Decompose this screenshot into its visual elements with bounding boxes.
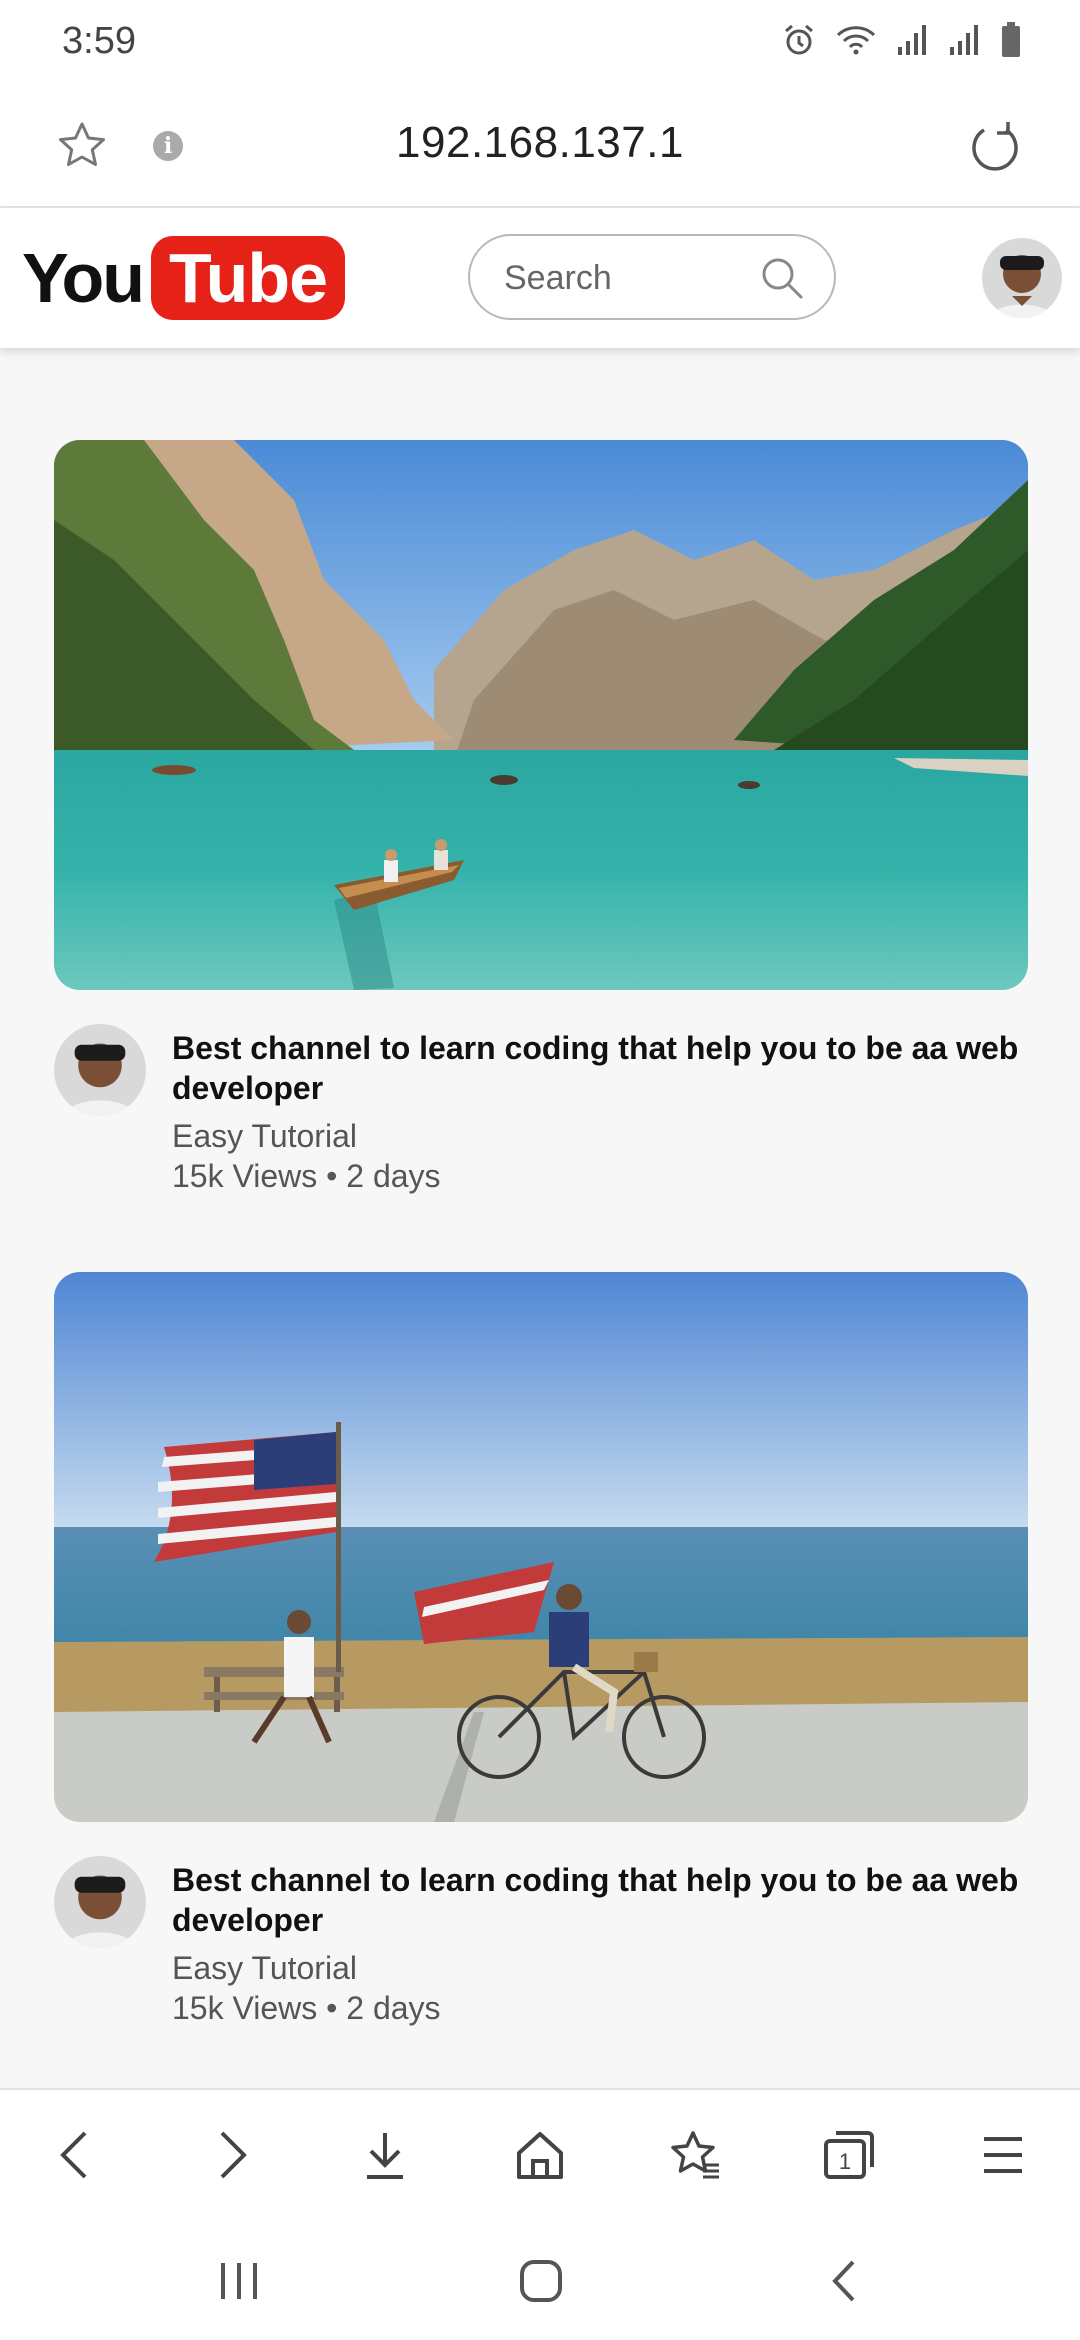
forward-icon xyxy=(220,2131,247,2179)
back-icon xyxy=(832,2260,855,2302)
recents-icon xyxy=(221,2263,257,2299)
reload-icon[interactable] xyxy=(968,120,1022,174)
flag-beach-thumbnail[interactable] xyxy=(54,1272,1028,1822)
search-box[interactable] xyxy=(468,234,836,320)
system-back-button[interactable] xyxy=(808,2246,878,2316)
youtube-header: You Tube xyxy=(0,208,1080,348)
video-card[interactable]: Best channel to learn coding that help y… xyxy=(54,440,1028,1194)
signal-icon xyxy=(950,25,978,55)
video-stats: 15k Views • 2 days xyxy=(172,1158,441,1194)
lake-mountains-thumbnail[interactable] xyxy=(54,440,1028,990)
tabs-button[interactable]: 1 xyxy=(814,2120,884,2190)
youtube-logo[interactable]: You Tube xyxy=(22,236,346,320)
user-avatar[interactable] xyxy=(982,238,1062,318)
back-button[interactable] xyxy=(40,2120,110,2190)
home-button[interactable] xyxy=(505,2120,575,2190)
download-button[interactable] xyxy=(350,2120,420,2190)
menu-button[interactable] xyxy=(968,2120,1038,2190)
recents-button[interactable] xyxy=(204,2246,274,2316)
battery-icon xyxy=(1002,22,1020,57)
wifi-icon xyxy=(836,26,876,55)
forward-button[interactable] xyxy=(197,2120,267,2190)
channel-avatar[interactable] xyxy=(54,1856,146,1948)
url-text[interactable]: 192.168.137.1 xyxy=(0,118,1080,168)
video-stats: 15k Views • 2 days xyxy=(172,1990,441,2026)
browser-bottom-nav: 1 xyxy=(0,2088,1080,2218)
logo-you-text: You xyxy=(22,239,145,317)
alarm-icon xyxy=(785,24,813,55)
search-icon[interactable] xyxy=(760,256,804,300)
back-icon xyxy=(60,2131,87,2179)
status-time: 3:59 xyxy=(62,20,136,62)
channel-avatar[interactable] xyxy=(54,1024,146,1116)
home-icon xyxy=(517,2132,563,2179)
status-bar: 3:59 xyxy=(0,0,1080,84)
download-icon xyxy=(367,2133,403,2179)
video-title[interactable]: Best channel to learn coding that help y… xyxy=(172,1028,1032,1108)
system-nav-bar xyxy=(0,2216,1080,2340)
home-icon xyxy=(520,2260,562,2302)
search-input[interactable] xyxy=(502,236,756,320)
system-home-button[interactable] xyxy=(506,2246,576,2316)
logo-tube-text: Tube xyxy=(151,236,346,320)
browser-url-bar: i 192.168.137.1 xyxy=(0,84,1080,208)
menu-icon xyxy=(984,2137,1022,2173)
channel-name[interactable]: Easy Tutorial xyxy=(172,1950,357,1987)
tab-count: 1 xyxy=(839,2149,851,2174)
channel-name[interactable]: Easy Tutorial xyxy=(172,1118,357,1155)
signal-icon xyxy=(898,25,926,55)
bookmarks-icon xyxy=(671,2131,719,2179)
tabs-icon: 1 xyxy=(824,2131,874,2179)
status-icons xyxy=(782,22,1022,58)
bookmarks-button[interactable] xyxy=(660,2120,730,2190)
video-title[interactable]: Best channel to learn coding that help y… xyxy=(172,1860,1032,1940)
video-card[interactable]: Best channel to learn coding that help y… xyxy=(54,1272,1028,2026)
